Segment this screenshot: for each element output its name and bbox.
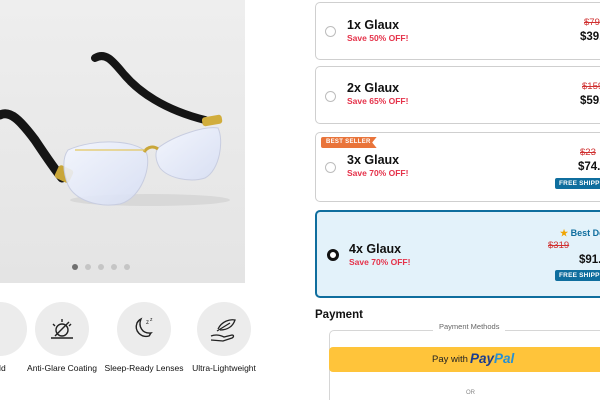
bundle-quantity: 2x Glaux [347,81,400,95]
svg-text:z: z [150,317,153,323]
discount-text: Save 70% OFF! [349,257,411,267]
best-seller-badge: BEST SELLER [321,137,377,148]
bundle-option-2[interactable]: 2x Glaux Save 65% OFF! $159 $59. [315,66,600,124]
free-shipping-badge: FREE SHIPPIN [555,270,600,281]
feature-label: Sleep-Ready Lenses [104,363,184,373]
radio-button[interactable] [325,162,336,173]
feature-label: Ultra-Lightweight [192,363,256,373]
moon-icon: z z [117,302,171,356]
product-image-gallery[interactable] [0,0,245,283]
svg-text:z: z [146,320,149,326]
gallery-dot[interactable] [111,264,117,270]
paypal-button-prefix: Pay with [432,354,468,365]
paypal-logo: PayPal [470,351,515,366]
discount-text: Save 65% OFF! [347,96,409,106]
feature-list: eld Anti-Glare Coating z z Sleep-Ready L… [0,300,290,400]
payment-heading: Payment [315,309,363,321]
best-deal-tag: ★ Best De [560,228,600,239]
radio-button-selected[interactable] [327,249,339,261]
payment-methods-label: Payment Methods [433,322,506,331]
original-price: $23 [580,147,596,158]
feather-hand-icon [197,302,251,356]
product-image [0,0,245,283]
discount-text: Save 50% OFF! [347,33,409,43]
original-price: $159 [582,81,600,92]
bundle-quantity: 4x Glaux [349,242,402,256]
bundle-quantity: 3x Glaux [347,153,400,167]
bundle-option-4[interactable]: 4x Glaux Save 70% OFF! $319 $91. FREE SH… [315,210,600,298]
star-icon: ★ [560,228,569,238]
shield-icon [0,302,27,356]
sale-price: $91. [579,254,600,266]
original-price: $319 [548,240,570,251]
gallery-dot[interactable] [124,264,130,270]
gallery-dot[interactable] [98,264,104,270]
discount-text: Save 70% OFF! [347,168,409,178]
original-price: $79 [584,17,600,28]
radio-button[interactable] [325,91,336,102]
paypal-button[interactable]: Pay with PayPal [329,347,600,372]
bundle-quantity: 1x Glaux [347,18,400,32]
gallery-dot[interactable] [72,264,78,270]
feature-label: Anti-Glare Coating [27,363,97,373]
best-deal-label: Best De [570,228,600,238]
or-divider: OR [466,390,475,396]
gallery-pagination [72,264,130,270]
bundle-option-1[interactable]: 1x Glaux Save 50% OFF! $79 $39. [315,2,600,60]
sale-price: $74. [578,161,600,173]
free-shipping-badge: FREE SHIPPI [555,178,600,189]
sale-price: $39. [580,31,600,43]
gallery-dot[interactable] [85,264,91,270]
radio-button[interactable] [325,26,336,37]
sale-price: $59. [580,95,600,107]
anti-glare-icon [35,302,89,356]
